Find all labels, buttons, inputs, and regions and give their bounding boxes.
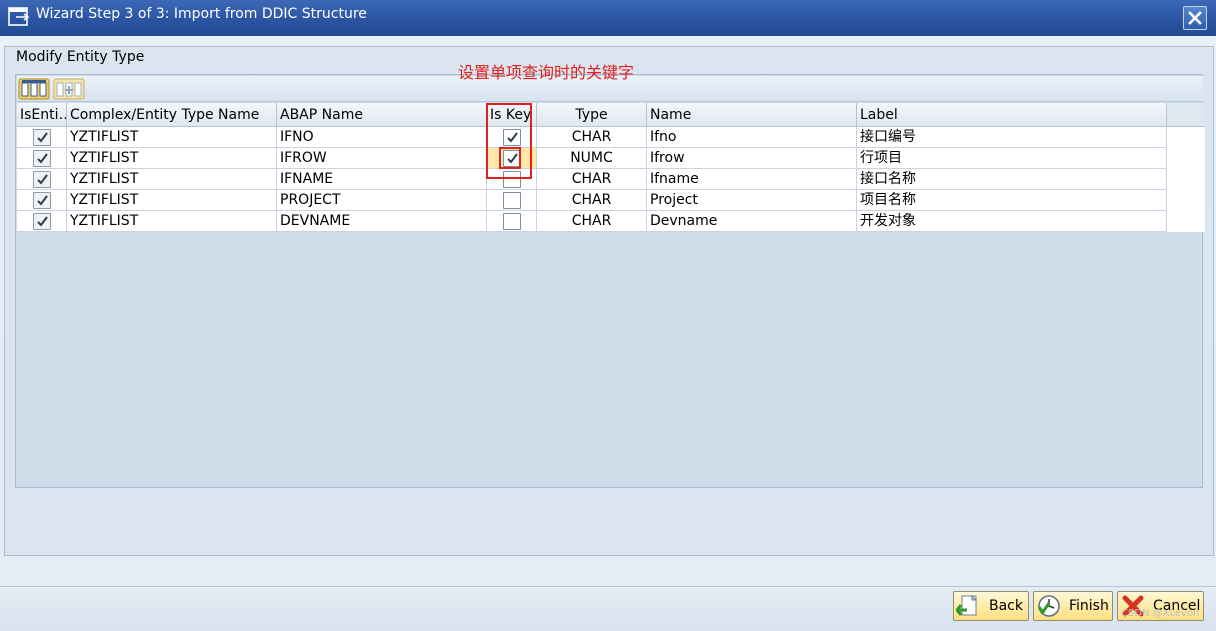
- modify-entity-type-group: Modify Entity Type IsEnti Complex/Entity…: [4, 46, 1214, 556]
- table-row: YZTIFLIST PROJECT CHAR Project 项目名称: [17, 190, 1205, 211]
- back-button[interactable]: Back: [953, 591, 1029, 621]
- type-cell: CHAR: [537, 211, 647, 232]
- type-name-cell: YZTIFLIST: [67, 211, 277, 232]
- abap-name-cell: DEVNAME: [277, 211, 487, 232]
- back-label: Back: [989, 598, 1023, 614]
- window-title: Wizard Step 3 of 3: Import from DDIC Str…: [36, 6, 367, 22]
- close-icon: [1188, 11, 1202, 25]
- type-cell: NUMC: [537, 148, 647, 169]
- annotation-box-key-checkbox: [499, 147, 521, 169]
- is-entity-checkbox[interactable]: [32, 191, 51, 209]
- group-title: Modify Entity Type: [16, 49, 145, 65]
- import-wizard-icon: [8, 7, 30, 26]
- type-name-cell: YZTIFLIST: [67, 169, 277, 190]
- checkmark-icon: [36, 173, 48, 185]
- window-close-button[interactable]: [1183, 6, 1207, 30]
- table-header: IsEnti… Complex/Entity Type Name ABAP Na…: [17, 103, 1205, 127]
- deselect-all-button[interactable]: [53, 78, 85, 100]
- col-header-name[interactable]: Name: [647, 103, 857, 127]
- table-row: YZTIFLIST DEVNAME CHAR Devname 开发对象: [17, 211, 1205, 232]
- label-input[interactable]: 接口名称: [857, 169, 1167, 190]
- col-header-type-name[interactable]: Complex/Entity Type Name: [67, 103, 277, 127]
- col-header-is-entity[interactable]: IsEnti…: [17, 103, 67, 127]
- abap-name-cell: IFNAME: [277, 169, 487, 190]
- name-input[interactable]: Ifno: [647, 127, 857, 148]
- name-input[interactable]: Devname: [647, 211, 857, 232]
- label-input[interactable]: 项目名称: [857, 190, 1167, 211]
- back-icon: [956, 594, 978, 616]
- entity-table-panel: IsEnti… Complex/Entity Type Name ABAP Na…: [15, 74, 1205, 488]
- entity-properties-table: IsEnti… Complex/Entity Type Name ABAP Na…: [17, 103, 1205, 232]
- finish-button[interactable]: Finish: [1033, 591, 1113, 621]
- is-key-checkbox[interactable]: [502, 212, 521, 230]
- label-input[interactable]: 接口编号: [857, 127, 1167, 148]
- type-cell: CHAR: [537, 127, 647, 148]
- title-bar: Wizard Step 3 of 3: Import from DDIC Str…: [0, 0, 1216, 36]
- abap-name-cell: IFNO: [277, 127, 487, 148]
- wizard-content: Modify Entity Type IsEnti Complex/Entity…: [0, 36, 1216, 631]
- abap-name-cell: IFROW: [277, 148, 487, 169]
- abap-name-cell: PROJECT: [277, 190, 487, 211]
- is-key-checkbox[interactable]: [502, 191, 521, 209]
- select-all-button[interactable]: [18, 78, 50, 100]
- name-input[interactable]: Ifrow: [647, 148, 857, 169]
- type-name-cell: YZTIFLIST: [67, 190, 277, 211]
- annotation-text: 设置单项查询时的关键字: [458, 63, 635, 82]
- checkmark-icon: [36, 194, 48, 206]
- checkmark-icon: [36, 131, 48, 143]
- checkmark-icon: [36, 215, 48, 227]
- checkmark-icon: [36, 152, 48, 164]
- label-input[interactable]: 开发对象: [857, 211, 1167, 232]
- type-cell: CHAR: [537, 190, 647, 211]
- type-name-cell: YZTIFLIST: [67, 148, 277, 169]
- deselect-all-icon: [53, 78, 85, 100]
- name-input[interactable]: Project: [647, 190, 857, 211]
- table-row: YZTIFLIST IFNAME CHAR Ifname 接口名称: [17, 169, 1205, 190]
- finish-clock-icon: [1037, 595, 1060, 617]
- is-entity-checkbox[interactable]: [32, 170, 51, 188]
- label-input[interactable]: 行项目: [857, 148, 1167, 169]
- name-input[interactable]: Ifname: [647, 169, 857, 190]
- is-entity-checkbox[interactable]: [32, 128, 51, 146]
- type-cell: CHAR: [537, 169, 647, 190]
- col-header-abap-name[interactable]: ABAP Name: [277, 103, 487, 127]
- col-header-label[interactable]: Label: [857, 103, 1167, 127]
- table-row: YZTIFLIST IFNO CHAR Ifno 接口编号: [17, 127, 1205, 148]
- wizard-footer: Back Finish Cancel: [0, 586, 1216, 631]
- watermark: CSDN @XLevon: [1121, 608, 1200, 619]
- finish-label: Finish: [1069, 598, 1109, 614]
- select-all-icon: [18, 78, 50, 100]
- is-entity-checkbox[interactable]: [32, 149, 51, 167]
- col-header-type[interactable]: Type: [537, 103, 647, 127]
- is-entity-checkbox[interactable]: [32, 212, 51, 230]
- table-row: YZTIFLIST IFROW NUMC Ifrow 行项目: [17, 148, 1205, 169]
- type-name-cell: YZTIFLIST: [67, 127, 277, 148]
